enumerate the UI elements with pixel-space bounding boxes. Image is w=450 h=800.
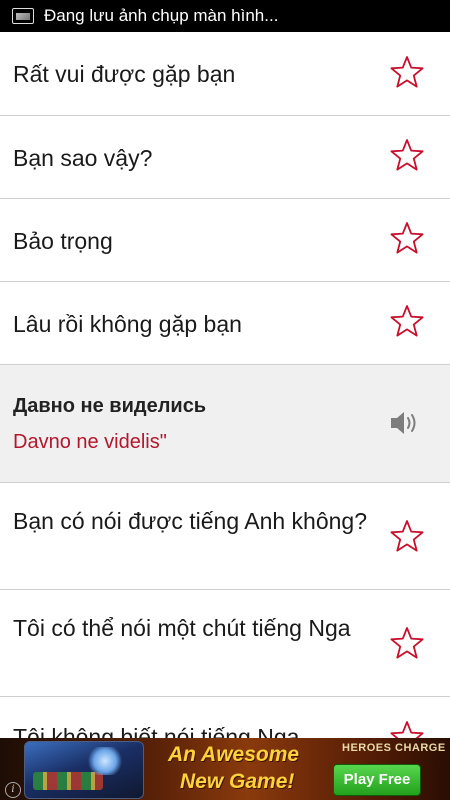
- star-icon[interactable]: [390, 519, 424, 553]
- status-text: Đang lưu ảnh chụp màn hình...: [44, 6, 279, 25]
- brand-logo: HEROES CHARGE: [342, 742, 446, 754]
- status-bar: Đang lưu ảnh chụp màn hình...: [0, 0, 450, 32]
- info-icon[interactable]: i: [5, 782, 21, 798]
- ad-banner[interactable]: i An Awesome New Game! HEROES CHARGE Pla…: [0, 738, 450, 800]
- list-item[interactable]: Bảo trọng: [0, 199, 450, 282]
- list-item[interactable]: Rất vui được gặp bạn: [0, 32, 450, 116]
- list-item[interactable]: Bạn có nói được tiếng Anh không?: [0, 483, 450, 590]
- ad-headline-line1: An Awesome: [168, 743, 300, 766]
- phrase-text: Bạn sao vậy?: [13, 145, 153, 171]
- star-icon[interactable]: [390, 304, 424, 338]
- star-icon[interactable]: [390, 720, 424, 738]
- screenshot-icon: [12, 8, 34, 24]
- phrase-text: Tôi không biết nói tiếng Nga: [13, 724, 300, 738]
- game-art-image: [24, 741, 144, 799]
- list-item[interactable]: Tôi không biết nói tiếng Nga: [0, 697, 450, 738]
- phrase-text: Bạn có nói được tiếng Anh không?: [13, 508, 368, 534]
- list-item-expanded[interactable]: Давно не виделись Davno ne videlis": [0, 365, 450, 483]
- phrase-text: Bảo trọng: [13, 228, 113, 254]
- star-icon[interactable]: [390, 626, 424, 660]
- star-icon[interactable]: [390, 221, 424, 255]
- list-item[interactable]: Bạn sao vậy?: [0, 116, 450, 199]
- star-icon[interactable]: [390, 55, 424, 89]
- phrase-text: Tôi có thể nói một chút tiếng Nga: [13, 615, 351, 641]
- list-item[interactable]: Lâu rồi không gặp bạn: [0, 282, 450, 365]
- phrase-text: Lâu rồi không gặp bạn: [13, 311, 242, 337]
- phrase-text: Rất vui được gặp bạn: [13, 61, 236, 87]
- star-icon[interactable]: [390, 138, 424, 172]
- ad-headline-line2: New Game!: [180, 770, 295, 793]
- russian-text: Давно не виделись: [13, 395, 207, 417]
- speaker-icon[interactable]: [388, 408, 420, 438]
- phrase-list[interactable]: Rất vui được gặp bạn Bạn sao vậy? Bảo tr…: [0, 32, 450, 738]
- transliteration-text: Davno ne videlis": [13, 431, 167, 453]
- list-item[interactable]: Tôi có thể nói một chút tiếng Nga: [0, 590, 450, 697]
- play-free-button[interactable]: Play Free: [333, 764, 421, 796]
